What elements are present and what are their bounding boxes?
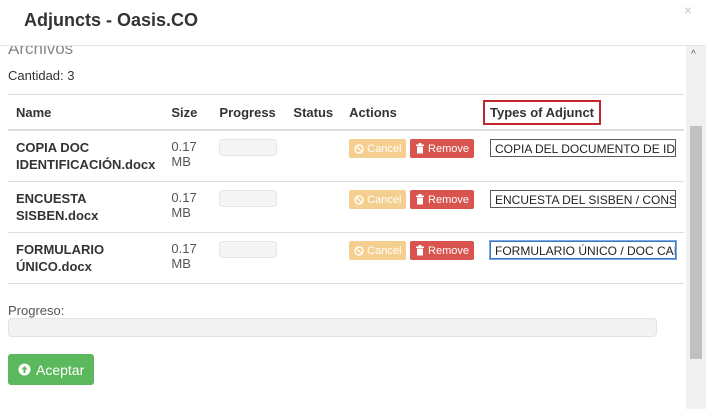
file-status xyxy=(285,232,342,284)
type-cell: ENCUESTA DEL SISBEN / CONS xyxy=(482,181,684,233)
table-row: ENCUESTA SISBEN.docx 0.17 MB Cancel Remo… xyxy=(8,181,684,233)
col-size: Size xyxy=(163,94,212,131)
trash-icon xyxy=(416,143,425,154)
scroll-thumb[interactable] xyxy=(690,126,702,359)
cancel-label: Cancel xyxy=(367,142,402,155)
file-progress-cell xyxy=(211,232,286,284)
file-status xyxy=(285,130,342,182)
remove-button[interactable]: Remove xyxy=(410,190,474,209)
remove-label: Remove xyxy=(428,142,469,155)
table-row: COPIA DOC IDENTIFICACIÓN.docx 0.17 MB Ca… xyxy=(8,130,684,182)
file-progress-bar xyxy=(219,139,278,156)
cancel-button[interactable]: Cancel xyxy=(349,190,407,209)
cancel-label: Cancel xyxy=(367,244,402,257)
files-section-legend: Archivos xyxy=(8,46,74,58)
progress-label: Progreso: xyxy=(8,303,65,318)
adjunct-type-select[interactable]: FORMULARIO ÚNICO / DOC CAI xyxy=(490,241,676,259)
file-progress-bar xyxy=(219,190,278,207)
modal-title: Adjuncts - Oasis.CO xyxy=(24,10,199,30)
file-actions: Cancel Remove xyxy=(341,130,482,182)
type-cell: COPIA DEL DOCUMENTO DE ID xyxy=(482,130,684,182)
file-actions: Cancel Remove xyxy=(341,232,482,284)
accept-label: Aceptar xyxy=(36,361,85,378)
remove-button[interactable]: Remove xyxy=(410,241,474,260)
file-name: COPIA DOC IDENTIFICACIÓN.docx xyxy=(8,130,164,182)
files-table: Name Size Progress Status Actions Types … xyxy=(8,94,684,284)
cancel-button[interactable]: Cancel xyxy=(349,241,407,260)
adjunct-type-select[interactable]: COPIA DEL DOCUMENTO DE ID xyxy=(490,139,676,157)
scrollbar[interactable]: ^ xyxy=(686,46,706,409)
type-cell: FORMULARIO ÚNICO / DOC CAI xyxy=(482,232,684,284)
file-name: FORMULARIO ÚNICO.docx xyxy=(8,232,164,284)
accept-button[interactable]: Aceptar xyxy=(8,354,95,385)
arrow-up-circle-icon xyxy=(18,363,31,376)
types-header-highlight: Types of Adjunct xyxy=(483,99,601,125)
file-name: ENCUESTA SISBEN.docx xyxy=(8,181,164,233)
close-icon[interactable]: × xyxy=(684,2,692,18)
remove-label: Remove xyxy=(428,244,469,257)
col-status: Status xyxy=(285,94,342,131)
col-name: Name xyxy=(8,94,164,131)
ban-icon xyxy=(354,194,364,205)
file-progress-cell xyxy=(211,181,286,233)
modal-header: Adjuncts - Oasis.CO × xyxy=(0,0,706,46)
table-header-row: Name Size Progress Status Actions Types … xyxy=(8,94,684,131)
file-actions: Cancel Remove xyxy=(341,181,482,233)
overall-progress-bar xyxy=(8,318,657,337)
file-progress-cell xyxy=(211,130,286,182)
file-progress-bar xyxy=(219,241,278,258)
col-progress: Progress xyxy=(211,94,286,131)
cancel-label: Cancel xyxy=(367,193,402,206)
modal-body: Archivos Cantidad: 3 Name Size Progress … xyxy=(0,46,686,409)
cancel-button[interactable]: Cancel xyxy=(349,139,407,158)
file-count: Cantidad: 3 xyxy=(8,68,75,83)
col-types: Types of Adjunct xyxy=(482,94,684,131)
file-size: 0.17 MB xyxy=(163,130,212,182)
file-status xyxy=(285,181,342,233)
ban-icon xyxy=(354,245,364,256)
file-size: 0.17 MB xyxy=(163,181,212,233)
trash-icon xyxy=(416,245,425,256)
file-size: 0.17 MB xyxy=(163,232,212,284)
ban-icon xyxy=(354,143,364,154)
trash-icon xyxy=(416,194,425,205)
col-actions: Actions xyxy=(341,94,482,131)
table-row: FORMULARIO ÚNICO.docx 0.17 MB Cancel Rem… xyxy=(8,232,684,284)
remove-label: Remove xyxy=(428,193,469,206)
scroll-up-arrow-icon[interactable]: ^ xyxy=(691,49,696,60)
adjunct-type-select[interactable]: ENCUESTA DEL SISBEN / CONS xyxy=(490,190,676,208)
remove-button[interactable]: Remove xyxy=(410,139,474,158)
